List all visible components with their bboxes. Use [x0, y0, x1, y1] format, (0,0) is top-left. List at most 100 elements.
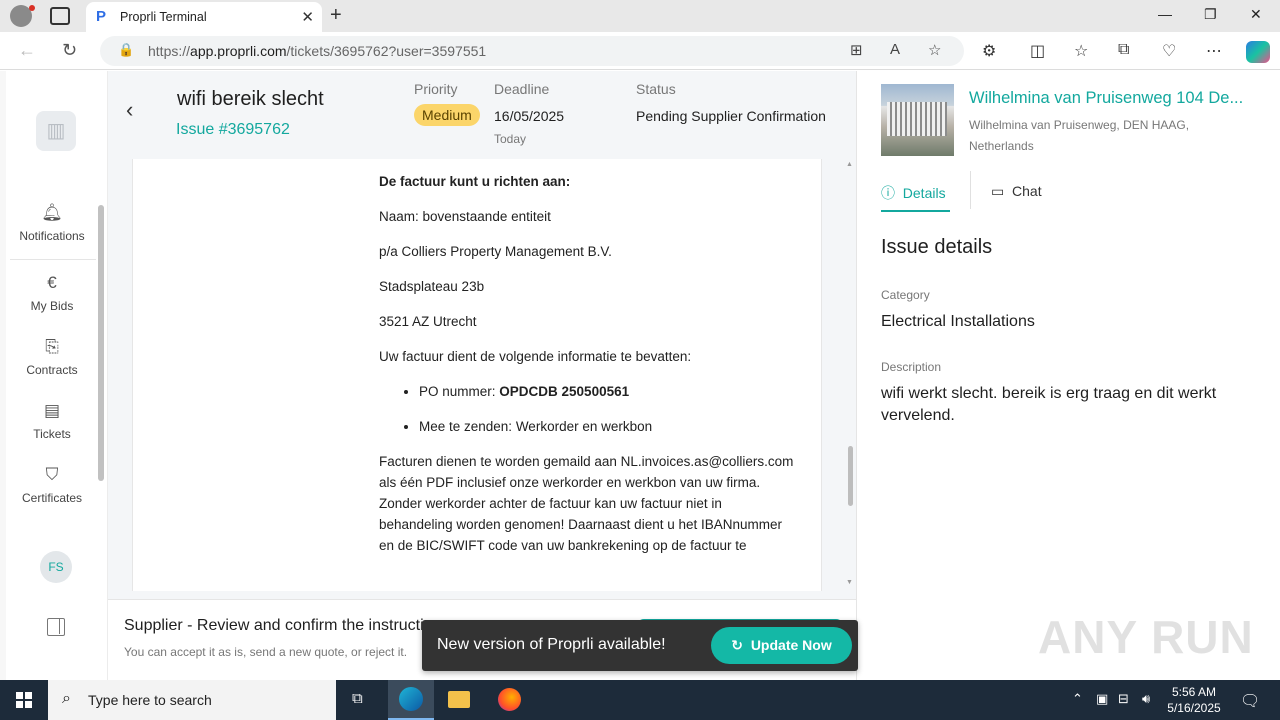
document-line: p/a Colliers Property Management B.V.	[379, 244, 612, 259]
tab-details[interactable]: ⓘ Details	[881, 183, 946, 203]
favorite-star-icon[interactable]: ☆	[928, 41, 941, 59]
minimize-icon[interactable]: —	[1158, 6, 1172, 22]
taskbar-clock[interactable]: 5:56 AM 5/16/2025	[1160, 684, 1228, 716]
deadline-value: 16/05/2025	[494, 108, 565, 124]
network-icon[interactable]: ⊟	[1118, 691, 1129, 707]
po-number: OPDCDB 250500561	[499, 384, 630, 399]
category-value: Electrical Installations	[881, 313, 1035, 330]
section-title: Issue details	[881, 236, 993, 258]
scroll-down-icon[interactable]: ▼	[846, 579, 853, 586]
tab-actions-icon[interactable]	[50, 7, 70, 25]
document-line: Uw factuur dient de volgende informatie …	[379, 349, 692, 364]
sidebar-item-my-bids[interactable]: € My Bids	[6, 273, 98, 313]
more-menu-icon[interactable]: ⋯	[1206, 41, 1222, 61]
taskbar-search-input[interactable]: ⌕ Type here to search	[48, 680, 336, 720]
reload-icon[interactable]: ↻	[62, 40, 77, 61]
sidebar-item-notifications[interactable]: 🔔︎ Notifications	[6, 203, 98, 243]
category-label: Category	[881, 288, 930, 302]
footer-subtitle: You can accept it as is, send a new quot…	[124, 645, 408, 659]
windows-start-icon[interactable]	[16, 692, 32, 708]
tab-chat[interactable]: ▭ Chat	[991, 183, 1042, 200]
task-view-icon[interactable]: ⧉	[338, 680, 384, 720]
avatar[interactable]: FS	[40, 551, 72, 583]
description-label: Description	[881, 360, 942, 374]
browser-tab[interactable]: P Proprli Terminal ✕	[86, 2, 322, 32]
new-tab-icon[interactable]: +	[330, 4, 342, 27]
sidebar-divider	[10, 259, 96, 260]
priority-label: Priority	[414, 81, 458, 97]
instruction-document[interactable]: De factuur kunt u richten aan: Naam: bov…	[132, 159, 822, 591]
apps-icon[interactable]: ⊞	[850, 41, 863, 59]
favorites-icon[interactable]: ☆	[1074, 41, 1088, 61]
notification-center-icon[interactable]: 🗨︎	[1240, 691, 1260, 711]
property-name-link[interactable]: Wilhelmina van Pruisenweg 104 De...	[969, 89, 1243, 108]
tab-separator	[970, 171, 971, 209]
document-body: De factuur kunt u richten aan: Naam: bov…	[379, 171, 799, 570]
sidebar: ▥ 🔔︎ Notifications € My Bids ⎘ Contracts…	[6, 71, 108, 680]
description-value: wifi werkt slecht. bereik is erg traag e…	[881, 385, 1217, 424]
scroll-up-icon[interactable]: ▲	[846, 161, 853, 168]
sidebar-item-label: My Bids	[30, 299, 74, 313]
extensions-icon[interactable]: ⚙	[982, 41, 996, 61]
browser-tabbar: P Proprli Terminal ✕ + — ❐ ✕	[0, 0, 1280, 32]
update-now-button[interactable]: ↻ Update Now	[711, 627, 852, 664]
close-window-icon[interactable]: ✕	[1250, 6, 1262, 23]
priority-badge: Medium	[414, 104, 480, 126]
clock-date: 5/16/2025	[1167, 701, 1221, 715]
refresh-icon: ↻	[731, 637, 744, 653]
lock-icon[interactable]: 🔒	[118, 42, 134, 58]
sidebar-item-contracts[interactable]: ⎘ Contracts	[6, 337, 98, 377]
document-line: 3521 AZ Utrecht	[379, 314, 477, 329]
document-scrollbar[interactable]: ▲ ▼	[846, 159, 854, 591]
restore-icon[interactable]: ❐	[1204, 6, 1217, 23]
windows-taskbar: ⌕ Type here to search ⧉ ⌃ ▣ ⊟ 🔊︎ 5:56 AM…	[0, 680, 1280, 720]
document-line: Naam: bovenstaande entiteit	[379, 209, 551, 224]
url-field[interactable]: 🔒 https://app.proprli.com/tickets/369576…	[100, 36, 964, 66]
sidebar-item-certificates[interactable]: ⛉ Certificates	[6, 465, 98, 505]
back-icon[interactable]: ←	[18, 40, 36, 61]
sidebar-scrollbar[interactable]	[98, 205, 104, 481]
file-explorer-icon[interactable]	[436, 680, 482, 720]
document-line: Stadsplateau 23b	[379, 279, 485, 294]
page-title: wifi bereik slecht	[177, 88, 324, 110]
split-screen-icon[interactable]: ◫	[1030, 41, 1045, 61]
search-icon: ⌕	[62, 690, 71, 707]
close-tab-icon[interactable]: ✕	[301, 8, 314, 26]
scroll-thumb[interactable]	[848, 446, 853, 506]
ticket-main: ‹ wifi bereik slecht Issue #3695762 Prio…	[108, 71, 856, 680]
clock-time: 5:56 AM	[1171, 685, 1217, 699]
list-item: PO nummer: OPDCDB 250500561	[419, 381, 799, 402]
property-photo	[881, 84, 954, 156]
read-aloud-icon[interactable]: A	[890, 41, 900, 58]
copilot-icon[interactable]	[1246, 41, 1270, 63]
search-placeholder: Type here to search	[88, 692, 212, 708]
toast-message: New version of Proprli available!	[437, 636, 666, 653]
notification-dot	[29, 5, 35, 11]
volume-icon[interactable]: 🔊︎	[1142, 691, 1150, 707]
browser-essentials-icon[interactable]: ♡	[1162, 41, 1176, 61]
app-area: ▥ 🔔︎ Notifications € My Bids ⎘ Contracts…	[0, 71, 1280, 680]
document-paragraph: Facturen dienen te worden gemaild aan NL…	[379, 454, 794, 553]
firefox-icon[interactable]	[486, 680, 532, 720]
chat-icon: ▭	[991, 183, 1005, 199]
issue-number: Issue #3695762	[176, 121, 290, 138]
sidebar-item-label: Contracts	[26, 363, 78, 377]
company-logo-icon[interactable]: ▥	[36, 111, 76, 151]
list-item: Mee te zenden: Werkorder en werkbon	[419, 416, 799, 437]
certificate-icon: ⛉	[45, 465, 59, 484]
sidebar-item-label: Notifications	[19, 229, 85, 243]
watermark-logo: ANY RUN	[1038, 611, 1254, 663]
edge-taskbar-icon[interactable]	[388, 680, 434, 720]
property-address: Wilhelmina van Pruisenweg, DEN HAAG, Net…	[969, 118, 1190, 153]
tray-app-icon[interactable]: ▣	[1096, 691, 1108, 707]
toggle-panel-icon[interactable]	[47, 618, 65, 636]
footer-title: Supplier - Review and confirm the instru…	[124, 617, 424, 634]
deadline-label: Deadline	[494, 81, 550, 97]
tray-chevron-icon[interactable]: ⌃	[1072, 691, 1083, 707]
sidebar-item-tickets[interactable]: ▤ Tickets	[6, 401, 98, 441]
bell-icon: 🔔︎	[41, 203, 63, 222]
back-arrow-icon[interactable]: ‹	[126, 97, 133, 123]
info-icon: ⓘ	[881, 185, 895, 201]
status-badge: Pending Supplier Confirmation	[636, 108, 826, 124]
collections-icon[interactable]: ⧉	[1118, 41, 1129, 59]
